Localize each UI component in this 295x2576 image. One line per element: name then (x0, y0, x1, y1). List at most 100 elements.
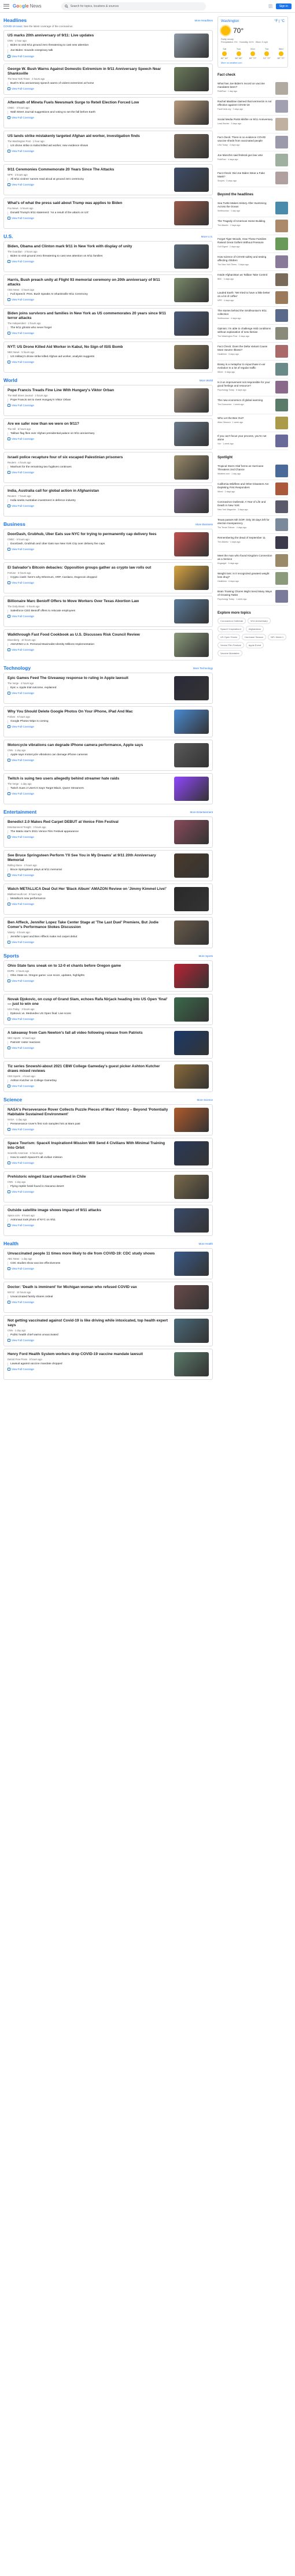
side-story-title[interactable]: Rachel Maddow claimed that ivermectin is… (217, 100, 273, 113)
related-story[interactable]: Ashton Kutcher on College GameDay (8, 1079, 171, 1083)
side-story-title[interactable]: Fact Check: Did Joe Biden Wear a Fake Ma… (217, 172, 273, 184)
story-thumbnail[interactable] (174, 455, 209, 480)
story-thumbnail[interactable] (174, 345, 209, 369)
story-headline[interactable]: Ben Affleck, Jennifer Lopez Take Center … (8, 920, 171, 930)
side-story[interactable]: Who Let the Bee Out? Atlas Obscura · 1 we… (217, 414, 288, 432)
full-coverage-button[interactable]: View Full Coverage (8, 504, 171, 508)
related-story[interactable]: Public health chief warns unvaccinated (8, 1334, 171, 1338)
full-coverage-label[interactable]: View Full Coverage (12, 504, 34, 507)
side-story[interactable]: Brain Training Chores Might Send Many Wa… (217, 588, 288, 606)
full-coverage-button[interactable]: View Full Coverage (8, 874, 171, 877)
story-thumbnail[interactable] (174, 201, 209, 225)
full-coverage-button[interactable]: View Full Coverage (8, 1368, 171, 1371)
side-story-title[interactable]: What has Joe Biden's record on vaccine m… (217, 82, 273, 95)
related-headline[interactable]: Bush's 9/11 anniversary speech warns of … (10, 82, 171, 86)
related-story[interactable]: Pope Francis set to meet Hungary's Vikto… (8, 399, 171, 403)
full-coverage-label[interactable]: View Full Coverage (12, 404, 34, 407)
side-story[interactable]: Bossy is a metaphor to repurchase in-air… (217, 361, 288, 378)
full-coverage-label[interactable]: View Full Coverage (12, 548, 34, 551)
story-headline[interactable]: A takeaway from Cam Newton's fall all vi… (8, 1031, 171, 1035)
side-story[interactable]: Forget Tiger Woods, How These Families R… (217, 235, 288, 253)
side-story-title[interactable]: Texas passes 6th GOP, Only 30 days left … (217, 518, 273, 531)
side-story[interactable]: Weight loss: Is it recognized greatest w… (217, 570, 288, 588)
side-story-title[interactable]: Remembering the dead of September 11 The … (217, 536, 273, 549)
section-more-link[interactable]: More Technology (193, 667, 213, 670)
full-coverage-label[interactable]: View Full Coverage (12, 87, 34, 90)
story-thumbnail[interactable] (174, 920, 209, 945)
full-coverage-button[interactable]: View Full Coverage (8, 836, 171, 839)
side-story-title[interactable]: Weight loss: Is it recognized greatest w… (217, 572, 273, 585)
full-coverage-label[interactable]: View Full Coverage (12, 725, 34, 728)
side-story-title[interactable]: Is it an improvement not responsible for… (217, 381, 273, 394)
related-story[interactable]: Epic v. Apple trial outcome, explained (8, 686, 171, 691)
related-headline[interactable]: Apple says motorcycle vibrations can dam… (10, 754, 171, 757)
side-story-thumbnail[interactable] (275, 153, 288, 166)
related-story[interactable]: Taliban flag flies over Afghan president… (8, 432, 171, 436)
related-headline[interactable]: Bruce Springsteen plays at 9/11 memorial (10, 868, 171, 872)
full-coverage-button[interactable]: View Full Coverage (8, 648, 171, 652)
story-thumbnail[interactable] (174, 489, 209, 513)
side-story[interactable]: Rachel Maddow claimed that ivermectin is… (217, 98, 288, 116)
story-thumbnail[interactable] (174, 853, 209, 878)
side-story-thumbnail[interactable] (275, 273, 288, 286)
story-thumbnail[interactable] (174, 1319, 209, 1343)
related-story[interactable]: Salesforce CEO Benioff offers to relocat… (8, 610, 171, 614)
related-headline[interactable]: Astronaut took photo of NYC on 9/11 (10, 1219, 171, 1222)
story-thumbnail[interactable] (174, 311, 209, 336)
related-headline[interactable]: India seeks Australian investment in def… (10, 499, 171, 503)
side-story-title[interactable]: If you can't focus your process, you're … (217, 435, 273, 447)
related-story[interactable]: US drone strike in Kabul killed aid work… (8, 144, 171, 149)
full-coverage-button[interactable]: View Full Coverage (8, 1161, 171, 1165)
full-coverage-button[interactable]: View Full Coverage (8, 903, 171, 906)
topic-chip[interactable]: NFL Week 1 (268, 633, 287, 640)
topic-chip[interactable]: 9/11 Anniversary (248, 617, 271, 624)
related-headline[interactable]: Crypto crash: here's why Ethereum, XRP, … (10, 576, 171, 580)
related-story[interactable]: All 9/11 victims' names read aloud at gr… (8, 178, 171, 182)
side-story-thumbnail[interactable] (275, 237, 288, 250)
full-coverage-button[interactable]: View Full Coverage (8, 116, 171, 120)
side-story[interactable]: Remembering the dead of September 11 The … (217, 534, 288, 552)
side-story-thumbnail[interactable] (275, 309, 288, 322)
story-headline[interactable]: Outside satellite image shows impact of … (8, 1208, 171, 1213)
related-headline[interactable]: Biden to visit ground zero threatening t… (10, 255, 171, 258)
side-story-title[interactable]: Brain Training Chores Might Send Many Wa… (217, 590, 273, 603)
full-coverage-label[interactable]: View Full Coverage (12, 581, 34, 584)
full-coverage-label[interactable]: View Full Coverage (12, 903, 34, 905)
topic-chip[interactable]: Afghanistan (245, 625, 264, 632)
story-headline[interactable]: DoorDash, Grubhub, Uber Eats sue NYC for… (8, 532, 171, 537)
side-story-thumbnail[interactable] (275, 416, 288, 429)
full-coverage-button[interactable]: View Full Coverage (8, 1128, 171, 1131)
full-coverage-button[interactable]: View Full Coverage (8, 581, 171, 585)
related-headline[interactable]: Donald Trump's 9/11 statement: 'As a res… (10, 211, 171, 215)
story-thumbnail[interactable] (174, 997, 209, 1022)
section-title[interactable]: Entertainment (3, 809, 36, 815)
side-story-title[interactable]: Fact check: There is no evidence COVID v… (217, 136, 273, 149)
related-story[interactable]: The Matrix star's 2021 Venice Film Festi… (8, 830, 171, 834)
story-thumbnail[interactable] (174, 887, 209, 911)
full-coverage-label[interactable]: View Full Coverage (12, 55, 34, 58)
full-coverage-button[interactable]: View Full Coverage (8, 260, 171, 263)
full-coverage-button[interactable]: View Full Coverage (8, 1267, 171, 1271)
related-headline[interactable]: Metallica's new performance (10, 897, 171, 901)
story-thumbnail[interactable] (174, 676, 209, 700)
section-more-link[interactable]: More World (200, 379, 213, 382)
full-coverage-button[interactable]: View Full Coverage (8, 792, 171, 796)
story-headline[interactable]: See Bruce Springsteen Perform 'I'll See … (8, 853, 171, 863)
story-thumbnail[interactable] (174, 168, 209, 192)
story-thumbnail[interactable] (174, 710, 209, 734)
story-headline[interactable]: Prehistoric winged lizard unearthed in C… (8, 1175, 171, 1179)
related-headline[interactable]: Ashton Kutcher on College GameDay (10, 1079, 171, 1083)
story-headline[interactable]: Ohio State fans sneak on to 12-0 et chan… (8, 964, 171, 968)
related-story[interactable]: Bruce Springsteen plays at 9/11 memorial (8, 868, 171, 873)
side-story-thumbnail[interactable] (275, 518, 288, 531)
full-coverage-label[interactable]: View Full Coverage (12, 759, 34, 762)
topic-chip[interactable]: SpaceX Inspiration4 (217, 625, 244, 632)
section-title[interactable]: Headlines (3, 17, 27, 23)
full-coverage-button[interactable]: View Full Coverage (8, 361, 171, 364)
side-story-thumbnail[interactable] (275, 255, 288, 268)
side-story[interactable]: The stories behind the Smithsonian's 9/1… (217, 307, 288, 325)
related-story[interactable]: Twitch Sues 2 Users It Says Target Black… (8, 787, 171, 791)
story-thumbnail[interactable] (174, 566, 209, 590)
related-story[interactable]: Google Photos Wipe is coming (8, 720, 171, 724)
related-story[interactable]: Donald Trump's 9/11 statement: 'As a res… (8, 211, 171, 216)
